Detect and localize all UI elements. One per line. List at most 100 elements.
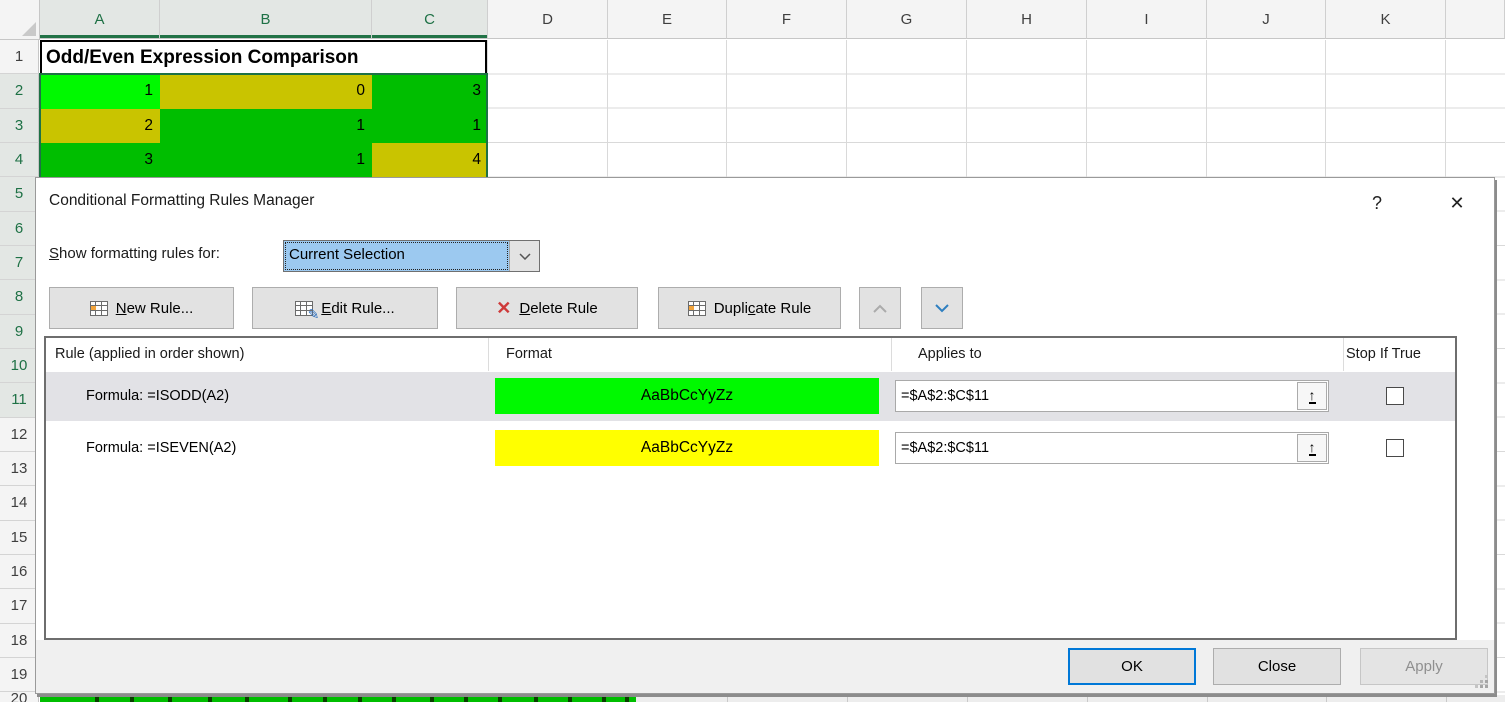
gridline (1446, 695, 1447, 702)
row20-partial-cells[interactable] (40, 695, 636, 702)
ok-button[interactable]: OK (1068, 648, 1196, 685)
column-header-h[interactable]: H (967, 0, 1087, 39)
chevron-down-icon (934, 304, 950, 313)
column-header-partial[interactable] (1446, 0, 1505, 39)
column-header-g[interactable]: G (847, 0, 967, 39)
rule-row-iseven[interactable]: Formula: =ISEVEN(A2) AaBbCcYyZz ↑ (46, 424, 1455, 473)
rule-formula-text: Formula: =ISEVEN(A2) (86, 424, 236, 473)
row-header-19[interactable]: 19 (0, 658, 39, 692)
cell-a3[interactable]: 2 (40, 109, 160, 143)
stop-if-true-checkbox[interactable] (1386, 387, 1404, 405)
column-header-k[interactable]: K (1326, 0, 1446, 39)
clipped-text-fragment (323, 696, 327, 702)
select-all-triangle (22, 22, 36, 36)
clipped-text-fragment (498, 696, 502, 702)
range-picker-button[interactable]: ↑ (1297, 434, 1327, 462)
row-header-18[interactable]: 18 (0, 624, 39, 658)
new-rule-button[interactable]: New Rule... (49, 287, 234, 329)
column-header-c[interactable]: C (372, 0, 488, 39)
edit-rule-button[interactable]: ✎ Edit Rule... (252, 287, 438, 329)
row20-partial-empty[interactable] (636, 695, 1505, 702)
applies-to-field: ↑ (895, 432, 1329, 464)
clipped-text-fragment (568, 696, 572, 702)
column-header-f[interactable]: F (727, 0, 847, 39)
row-header-3[interactable]: 3 (0, 109, 39, 143)
clipped-text-fragment (288, 696, 292, 702)
applies-to-input[interactable] (896, 381, 1296, 411)
row-header-5[interactable]: 5 (0, 177, 39, 211)
column-header-j[interactable]: J (1207, 0, 1326, 39)
cell-c2[interactable]: 3 (372, 74, 488, 108)
gridline (1326, 695, 1327, 702)
move-rule-up-button[interactable] (859, 287, 901, 329)
row-header-2[interactable]: 2 (0, 74, 39, 108)
duplicate-rule-table-icon (688, 301, 706, 316)
cell-b2[interactable]: 0 (160, 74, 372, 108)
chevron-down-icon[interactable] (509, 241, 539, 271)
cf-rules-manager-dialog: Conditional Formatting Rules Manager ? ✕… (35, 177, 1495, 694)
column-header-b[interactable]: B (160, 0, 372, 39)
column-header-format: Format (506, 338, 552, 371)
gridline (967, 695, 968, 702)
duplicate-rule-label: Duplicate Rule (714, 300, 812, 317)
cell-a1-title[interactable]: Odd/Even Expression Comparison (40, 40, 487, 74)
show-rules-dropdown[interactable]: Current Selection (283, 240, 540, 272)
clipped-text-fragment (464, 696, 468, 702)
clipped-text-fragment (392, 696, 396, 702)
move-rule-down-button[interactable] (921, 287, 963, 329)
row-header-7[interactable]: 7 (0, 246, 39, 280)
duplicate-rule-button[interactable]: Duplicate Rule (658, 287, 841, 329)
row-header-11[interactable]: 11 (0, 383, 39, 417)
delete-rule-label: Delete Rule (519, 300, 597, 317)
column-header-stop-if-true: Stop If True (1346, 338, 1421, 371)
range-picker-icon: ↑ (1309, 389, 1316, 404)
cell-b4[interactable]: 1 (160, 143, 372, 177)
row-header-16[interactable]: 16 (0, 555, 39, 589)
select-all-corner[interactable] (0, 0, 40, 40)
column-header-a[interactable]: A (40, 0, 160, 39)
row-header-13[interactable]: 13 (0, 452, 39, 486)
range-picker-button[interactable]: ↑ (1297, 382, 1327, 410)
column-header-e[interactable]: E (608, 0, 727, 39)
cell-b3[interactable]: 1 (160, 109, 372, 143)
apply-button[interactable]: Apply (1360, 648, 1488, 685)
rule-format-preview: AaBbCcYyZz (495, 430, 879, 466)
row-header-20[interactable]: 20 (0, 692, 39, 702)
clipped-text-fragment (245, 696, 249, 702)
row-header-9[interactable]: 9 (0, 315, 39, 349)
show-rules-label: Show formatting rules for: (49, 245, 220, 262)
new-rule-label: New Rule... (116, 300, 194, 317)
column-header-i[interactable]: I (1087, 0, 1207, 39)
clipped-text-fragment (430, 696, 434, 702)
range-picker-icon: ↑ (1309, 441, 1316, 456)
delete-rule-button[interactable]: ✕ Delete Rule (456, 287, 638, 329)
row-header-14[interactable]: 14 (0, 486, 39, 520)
help-icon[interactable]: ? (1362, 188, 1392, 218)
row-header-15[interactable]: 15 (0, 521, 39, 555)
row-header-12[interactable]: 12 (0, 418, 39, 452)
show-rules-label-rest: how formatting rules for: (59, 245, 220, 262)
row-header-6[interactable]: 6 (0, 212, 39, 246)
close-button[interactable]: Close (1213, 648, 1341, 685)
column-header-rule: Rule (applied in order shown) (55, 338, 244, 371)
stop-if-true-checkbox[interactable] (1386, 439, 1404, 457)
cell-c3[interactable]: 1 (372, 109, 488, 143)
chevron-up-icon (872, 304, 888, 313)
resize-grip[interactable] (1473, 673, 1489, 689)
close-icon[interactable]: ✕ (1442, 188, 1472, 218)
header-separator (488, 338, 489, 371)
cell-a4[interactable]: 3 (40, 143, 160, 177)
row-header-1[interactable]: 1 (0, 40, 39, 74)
column-header-d[interactable]: D (488, 0, 608, 39)
rule-row-isodd[interactable]: Formula: =ISODD(A2) AaBbCcYyZz ↑ (46, 372, 1455, 421)
cell-a2[interactable]: 1 (40, 74, 160, 108)
new-rule-table-icon (90, 301, 108, 316)
row-header-4[interactable]: 4 (0, 143, 39, 177)
row-header-8[interactable]: 8 (0, 280, 39, 314)
row-header-10[interactable]: 10 (0, 349, 39, 383)
rule-format-preview: AaBbCcYyZz (495, 378, 879, 414)
row-header-17[interactable]: 17 (0, 589, 39, 623)
cell-c4[interactable]: 4 (372, 143, 488, 177)
clipped-text-fragment (602, 696, 606, 702)
applies-to-input[interactable] (896, 433, 1296, 463)
